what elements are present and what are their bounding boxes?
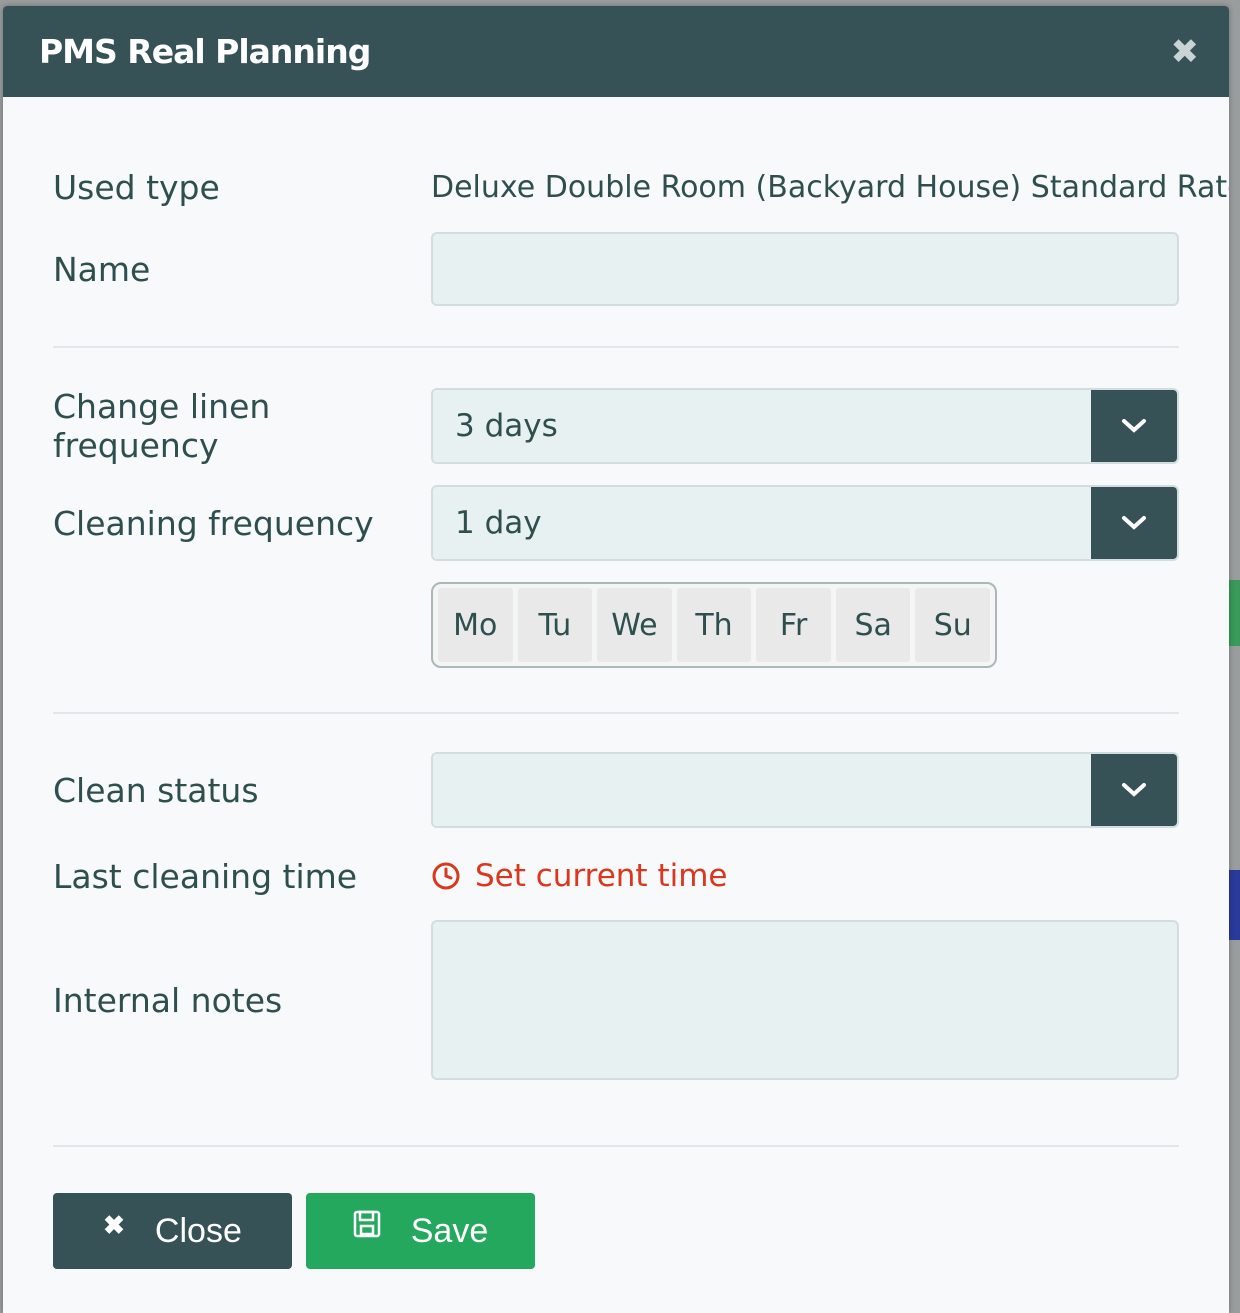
linen-frequency-select[interactable]: 3 days — [431, 388, 1179, 464]
used-type-value: Deluxe Double Room (Backyard House) Stan… — [431, 169, 1229, 205]
divider — [53, 346, 1179, 348]
name-input[interactable] — [431, 232, 1179, 306]
used-type-row: Used type Deluxe Double Room (Backyard H… — [53, 162, 1229, 212]
divider — [53, 1145, 1179, 1147]
close-icon[interactable]: ✖ — [1171, 35, 1200, 69]
cleaning-frequency-label: Cleaning frequency — [53, 503, 374, 543]
cleaning-frequency-value: 1 day — [433, 487, 1091, 559]
day-toggle-fr[interactable]: Fr — [756, 588, 831, 662]
background-strip — [1228, 580, 1240, 646]
clean-status-value — [433, 754, 1091, 826]
close-icon: ✖ — [103, 1209, 125, 1240]
linen-frequency-value: 3 days — [433, 390, 1091, 462]
day-toggle-su[interactable]: Su — [915, 588, 991, 662]
set-current-time-label: Set current time — [475, 858, 728, 894]
cleaning-frequency-row: Cleaning frequency 1 day — [53, 485, 1179, 561]
divider — [53, 712, 1179, 714]
chevron-down-icon[interactable] — [1091, 754, 1177, 826]
day-toggle-we[interactable]: We — [597, 588, 672, 662]
dialog-title: PMS Real Planning — [39, 32, 371, 71]
pms-dialog: PMS Real Planning ✖ Used type Deluxe Dou… — [3, 6, 1229, 1313]
used-type-label: Used type — [53, 167, 220, 207]
weekday-toggle-group: Mo Tu We Th Fr Sa Su — [431, 582, 997, 668]
dialog-header: PMS Real Planning ✖ — [3, 6, 1229, 97]
internal-notes-textarea[interactable] — [431, 920, 1179, 1080]
day-toggle-sa[interactable]: Sa — [835, 588, 911, 662]
chevron-down-icon[interactable] — [1091, 390, 1177, 462]
save-button-label: Save — [410, 1211, 489, 1250]
save-button[interactable]: Save — [306, 1193, 535, 1269]
last-cleaning-time-row: Last cleaning time Set current time — [53, 851, 1179, 901]
day-toggle-tu[interactable]: Tu — [517, 588, 593, 662]
clean-status-select[interactable] — [431, 752, 1179, 828]
last-cleaning-time-label: Last cleaning time — [53, 856, 358, 896]
clean-status-label: Clean status — [53, 770, 259, 810]
internal-notes-label: Internal notes — [53, 980, 283, 1020]
linen-frequency-row: Change linen frequency 3 days — [53, 387, 1179, 465]
set-current-time-link[interactable]: Set current time — [431, 858, 727, 894]
day-toggle-mo[interactable]: Mo — [438, 588, 513, 662]
name-row: Name — [53, 232, 1179, 306]
internal-notes-row: Internal notes — [53, 920, 1179, 1080]
linen-frequency-label: Change linen frequency — [53, 387, 271, 465]
background-strip — [1228, 870, 1240, 940]
name-label: Name — [53, 249, 151, 289]
clock-icon — [432, 862, 460, 890]
floppy-disk-icon — [353, 1210, 380, 1238]
chevron-down-icon[interactable] — [1091, 487, 1177, 559]
close-button[interactable]: ✖ Close — [53, 1193, 292, 1269]
clean-status-row: Clean status — [53, 752, 1179, 828]
day-toggle-th[interactable]: Th — [676, 588, 752, 662]
close-button-label: Close — [154, 1211, 242, 1250]
cleaning-frequency-select[interactable]: 1 day — [431, 485, 1179, 561]
